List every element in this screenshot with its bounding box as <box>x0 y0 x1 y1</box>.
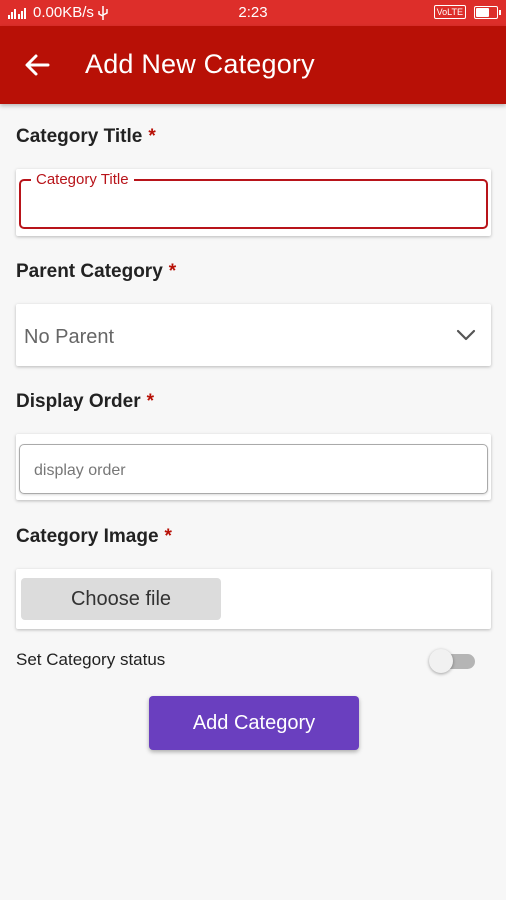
status-time: 2:23 <box>238 4 268 21</box>
display-order-input[interactable]: display order <box>19 444 488 494</box>
battery-icon <box>474 5 501 19</box>
status-right: VoLTE <box>433 5 501 19</box>
category-image-label: Category Image * <box>16 526 172 548</box>
category-title-floating-label: Category Title <box>31 171 134 188</box>
display-order-card: display order <box>16 434 491 500</box>
required-mark: * <box>148 126 156 147</box>
parent-category-select[interactable]: No Parent <box>16 304 491 366</box>
display-order-label: Display Order * <box>16 391 154 413</box>
required-mark: * <box>168 261 177 282</box>
category-status-toggle[interactable] <box>429 649 477 673</box>
toggle-thumb <box>429 649 453 673</box>
category-image-card: Choose file <box>16 569 491 629</box>
arrow-left-icon <box>25 54 50 76</box>
category-title-label: Category Title * <box>16 126 156 148</box>
parent-category-label-text: Parent Category <box>16 261 163 282</box>
category-title-label-text: Category Title <box>16 126 143 147</box>
display-order-label-text: Display Order <box>16 391 141 412</box>
display-order-placeholder: display order <box>34 462 126 479</box>
app-bar: Add New Category <box>0 26 506 104</box>
category-status-label: Set Category status <box>16 650 166 669</box>
category-image-label-text: Category Image <box>16 526 159 547</box>
page-title: Add New Category <box>85 49 315 79</box>
required-mark: * <box>164 526 172 547</box>
volte-badge: VoLTE <box>433 5 466 19</box>
category-title-card: Category Title <box>16 169 491 236</box>
status-bar: 0.00KB/s 2:23 VoLTE <box>0 0 506 26</box>
category-title-field[interactable]: Category Title <box>19 171 488 229</box>
chevron-down-icon <box>456 329 476 341</box>
back-button[interactable] <box>22 50 58 80</box>
choose-file-button[interactable]: Choose file <box>21 578 221 620</box>
add-category-button[interactable]: Add Category <box>149 696 359 750</box>
required-mark: * <box>146 391 155 412</box>
parent-category-label: Parent Category * <box>16 261 176 283</box>
parent-category-value: No Parent <box>24 326 115 348</box>
